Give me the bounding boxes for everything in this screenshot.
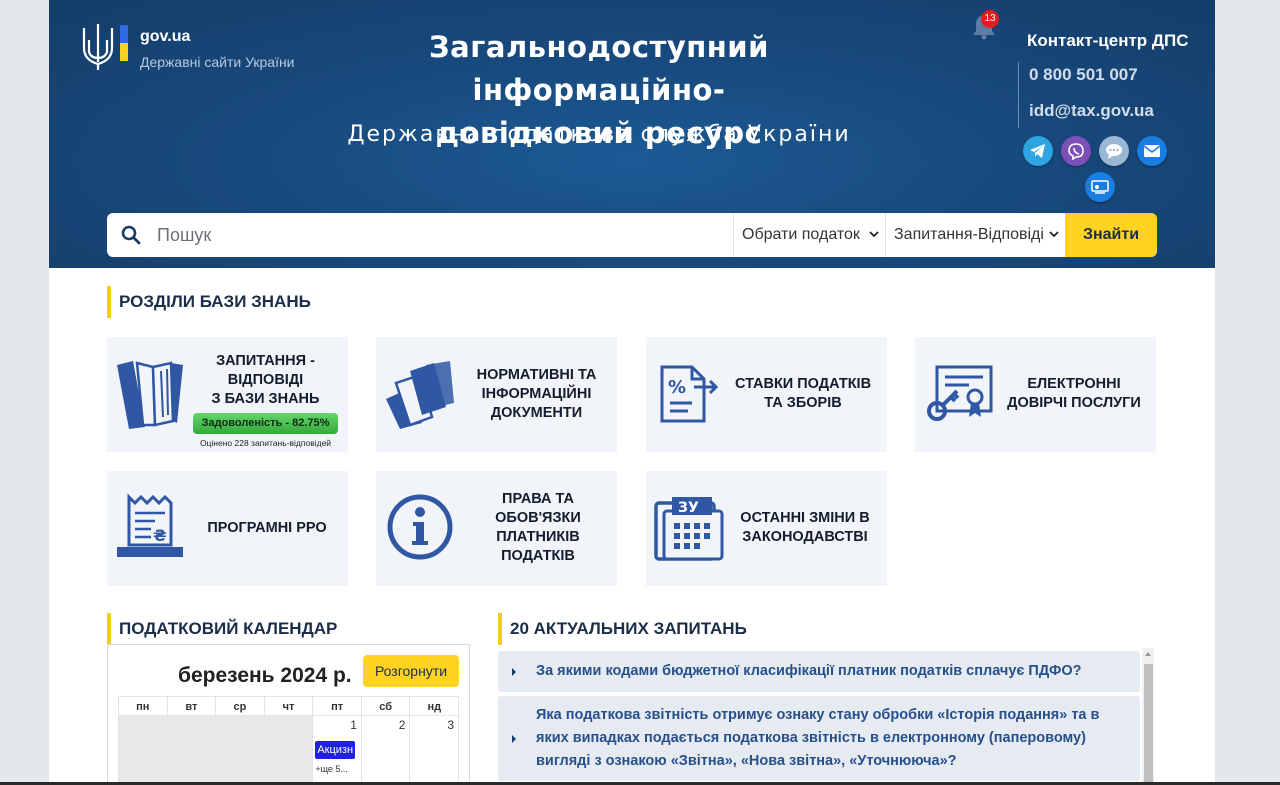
expand-button[interactable]: Розгорнути — [363, 655, 459, 687]
scroll-up-icon[interactable] — [1145, 652, 1151, 656]
tax-select-value: Обрати податок — [742, 226, 860, 243]
tile-rights-obligations[interactable]: ПРАВА ТА ОБОВ'ЯЗКИ ПЛАТНИКІВ ПОДАТКІВ — [376, 471, 617, 586]
tile-trust-services-label: ЕЛЕКТРОННІ ДОВІРЧІ ПОСЛУГИ — [1007, 376, 1141, 411]
weekday-sun: нд — [409, 696, 460, 716]
tile-legislation-changes[interactable]: ЗУ ОСТАННІ ЗМІНИ В ЗАКОНОДАВСТВІ — [646, 471, 887, 586]
tile-normative-docs[interactable]: НОРМАТИВНІ ТА ІНФОРМАЦІЙНІ ДОКУМЕНТИ — [376, 337, 617, 452]
title-line-1: Загальнодоступний інформаційно- — [429, 30, 769, 107]
notification-badge: 13 — [981, 10, 999, 28]
weekday-sat: сб — [360, 696, 410, 716]
chevron-right-icon — [512, 735, 516, 743]
percent-document-icon: % — [660, 365, 719, 423]
chevron-right-icon — [512, 668, 516, 676]
tile-qa-label: ЗАПИТАННЯ - ВІДПОВІДІ З БАЗИ ЗНАНЬ — [211, 353, 320, 407]
tax-select[interactable]: Обрати податок — [733, 213, 885, 257]
tile-software-rro[interactable]: ₴ ПРОГРАМНІ РРО — [107, 471, 348, 586]
calendar-day[interactable]: 3 — [409, 716, 460, 785]
faq-item[interactable]: За якими кодами бюджетної класифікації п… — [498, 651, 1140, 692]
gov-ua-subtitle: Державні сайти України — [140, 54, 295, 70]
chat-icon[interactable] — [1099, 136, 1129, 166]
calendar-grid: пн вт ср чт пт сб нд 1 Акцизн +ще 5... 2… — [118, 696, 460, 785]
search-input[interactable] — [153, 213, 728, 257]
chevron-down-icon — [869, 231, 879, 238]
tile-qa[interactable]: ЗАПИТАННЯ - ВІДПОВІДІ З БАЗИ ЗНАНЬ Задов… — [107, 337, 348, 452]
page: gov.ua Державні сайти України Загальнодо… — [49, 0, 1215, 785]
calendar-week: 1 Акцизн +ще 5... 2 3 — [118, 716, 460, 785]
page-subtitle: Державна податкова служба України — [347, 122, 851, 147]
calendar-day[interactable]: 2 — [360, 716, 410, 785]
day-number: 3 — [447, 718, 455, 732]
weekday-mon: пн — [118, 696, 167, 716]
calendar-day[interactable]: 1 Акцизн +ще 5... — [312, 716, 361, 785]
faq-scrollbar-thumb[interactable] — [1144, 664, 1153, 785]
tile-legislation-changes-label: ОСТАННІ ЗМІНИ В ЗАКОНОДАВСТВІ — [740, 510, 870, 545]
day-number: 1 — [350, 718, 357, 732]
calendar-event[interactable]: Акцизн — [315, 741, 356, 759]
svg-text:%: % — [668, 377, 686, 398]
weekday-fri: пт — [312, 696, 361, 716]
header: gov.ua Державні сайти України Загальнодо… — [49, 0, 1215, 268]
trident-icon — [82, 24, 114, 70]
book-icon — [117, 361, 183, 429]
documents-icon — [386, 361, 454, 429]
info-icon — [387, 494, 453, 560]
satisfaction-sub: Оцінено 228 запитань‑відповідей — [199, 438, 332, 448]
calendar-day-empty — [118, 716, 167, 785]
tile-trust-services[interactable]: ЕЛЕКТРОННІ ДОВІРЧІ ПОСЛУГИ — [915, 337, 1156, 452]
calendar-month: березень 2024 р. — [178, 664, 352, 687]
satisfaction-badge: Задоволеність - 82.75% — [193, 413, 338, 434]
mail-icon[interactable] — [1137, 136, 1167, 166]
find-button[interactable]: Знайти — [1065, 213, 1157, 257]
calendar-day-empty — [215, 716, 264, 785]
tile-normative-docs-label: НОРМАТИВНІ ТА ІНФОРМАЦІЙНІ ДОКУМЕНТИ — [476, 367, 597, 421]
contact-center-title: Контакт‑центр ДПС — [1027, 31, 1189, 50]
weekday-wed: ср — [215, 696, 264, 716]
ua-flag-icon — [120, 25, 128, 61]
contact-email[interactable]: idd@tax.gov.ua — [1029, 101, 1154, 121]
weekday-tue: вт — [166, 696, 216, 716]
tile-software-rro-label: ПРОГРАМНІ РРО — [207, 520, 327, 536]
day-number: 2 — [398, 718, 406, 732]
search-bar: Обрати податок Запитання-Відповіді Знайт… — [107, 213, 1157, 257]
faq-question: Яка податкова звітність отримує ознаку с… — [536, 707, 1100, 769]
calendar-day-empty — [166, 716, 216, 785]
faq-item[interactable]: Яка податкова звітність отримує ознаку с… — [498, 696, 1140, 781]
receipt-icon: ₴ — [117, 493, 183, 557]
calendar-more-link[interactable]: +ще 5... — [315, 764, 348, 774]
top-questions-list: За якими кодами бюджетної класифікації п… — [496, 648, 1157, 785]
top-questions-title: 20 АКТУАЛЬНИХ ЗАПИТАНЬ — [498, 613, 747, 645]
knowledge-sections-title: РОЗДІЛИ БАЗИ ЗНАНЬ — [107, 286, 311, 318]
search-icon — [121, 225, 141, 245]
contact-divider — [1018, 62, 1019, 128]
gov-ua-label: gov.ua — [140, 28, 191, 45]
tax-calendar-title: ПОДАТКОВИЙ КАЛЕНДАР — [107, 613, 337, 645]
viber-icon[interactable] — [1061, 136, 1091, 166]
gov-ua-logo[interactable]: gov.ua Державні сайти України — [81, 22, 295, 72]
calendar-weekdays: пн вт ср чт пт сб нд — [118, 696, 460, 716]
telegram-icon[interactable] — [1023, 136, 1053, 166]
contact-phone[interactable]: 0 800 501 007 — [1029, 65, 1138, 85]
calendar-day-empty — [263, 716, 313, 785]
type-select-value: Запитання-Відповіді — [894, 226, 1044, 243]
tile-rights-obligations-label: ПРАВА ТА ОБОВ'ЯЗКИ ПЛАТНИКІВ ПОДАТКІВ — [495, 491, 581, 564]
type-select[interactable]: Запитання-Відповіді — [885, 213, 1065, 257]
chevron-down-icon — [1049, 231, 1059, 238]
online-consult-icon[interactable] — [1085, 172, 1115, 202]
tile-tax-rates[interactable]: % СТАВКИ ПОДАТКІВ ТА ЗБОРІВ — [646, 337, 887, 452]
calendar-law-icon: ЗУ — [654, 497, 724, 561]
faq-question: За якими кодами бюджетної класифікації п… — [536, 663, 1082, 679]
weekday-thu: чт — [263, 696, 313, 716]
certificate-key-icon — [927, 365, 993, 421]
svg-text:₴: ₴ — [153, 526, 167, 545]
tile-tax-rates-label: СТАВКИ ПОДАТКІВ ТА ЗБОРІВ — [734, 376, 872, 411]
svg-text:ЗУ: ЗУ — [678, 500, 699, 516]
tax-calendar: березень 2024 р. Розгорнути пн вт ср чт … — [107, 644, 470, 785]
